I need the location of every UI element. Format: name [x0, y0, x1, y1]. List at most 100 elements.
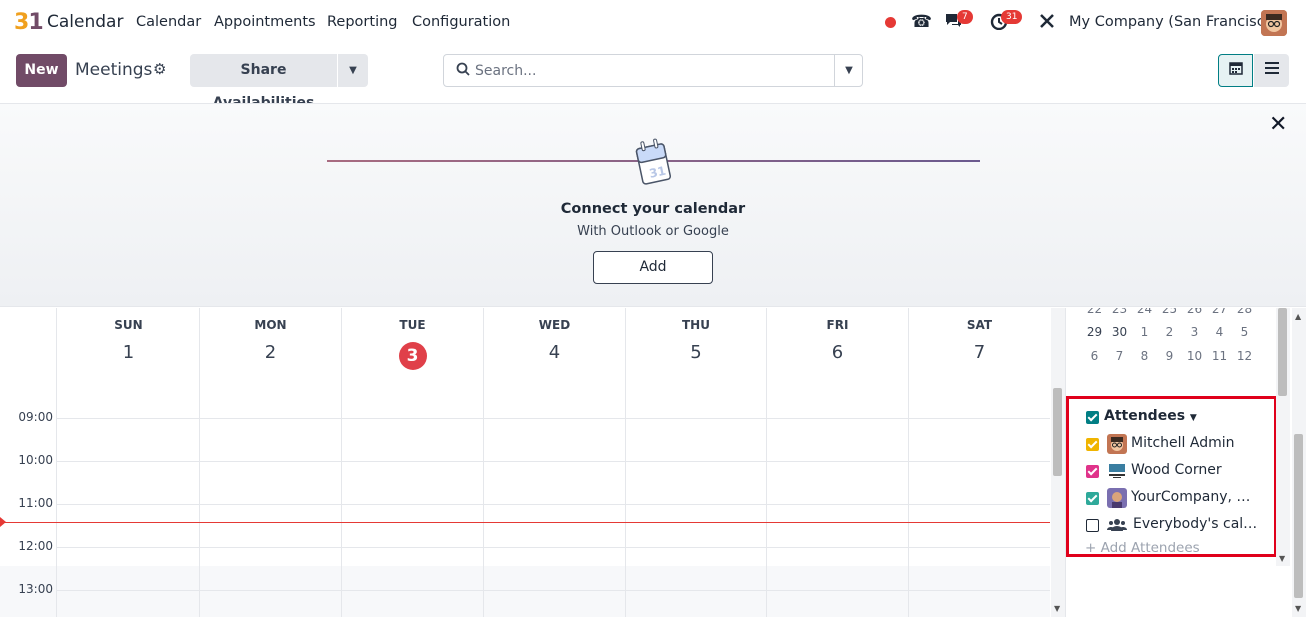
day-name: THU	[682, 318, 710, 332]
mini-day[interactable]: 26	[1182, 308, 1207, 316]
caret-down-icon: ▼	[845, 65, 853, 76]
current-time-line	[0, 522, 1050, 523]
mini-day[interactable]: 23	[1107, 308, 1132, 316]
calendar-sidebar: 22 23 24 25 26 27 28 29 30 1 2 3 4 5 6 7…	[1065, 308, 1290, 617]
grid-scrollbar-thumb[interactable]	[1053, 388, 1062, 476]
share-availabilities-button[interactable]: Share Availabilities	[190, 54, 337, 111]
grid-scrollbar[interactable]: ▼	[1051, 308, 1065, 617]
attendee-checkbox[interactable]	[1086, 519, 1099, 532]
mini-day[interactable]: 29	[1082, 325, 1107, 339]
day-number[interactable]: 5	[626, 342, 766, 363]
add-attendees-link[interactable]: + Add Attendees	[1085, 540, 1200, 556]
current-time-marker-icon	[0, 517, 6, 527]
attendees-all-checkbox[interactable]	[1086, 411, 1099, 424]
hour-label: 10:00	[18, 453, 53, 467]
list-icon	[1264, 62, 1279, 74]
search-options-toggle[interactable]: ▼	[834, 55, 863, 86]
mini-day[interactable]: 12	[1232, 349, 1257, 363]
mini-day[interactable]: 4	[1207, 325, 1232, 339]
menu-reporting[interactable]: Reporting	[327, 14, 398, 30]
banner-title: Connect your calendar	[560, 201, 746, 217]
mini-day[interactable]: 2	[1157, 325, 1182, 339]
sidebar-scrollbar[interactable]: ▼	[1276, 308, 1290, 566]
today-day-number[interactable]: 3	[342, 342, 483, 370]
day-column-sat[interactable]: SAT 7	[909, 308, 1050, 617]
calendar-illustration-icon: 31	[634, 132, 672, 188]
list-view-button[interactable]	[1254, 54, 1289, 87]
users-icon	[1107, 516, 1127, 536]
recording-indicator-icon[interactable]	[885, 17, 896, 28]
attendee-name: YourCompany, Marc Demo	[1131, 489, 1261, 505]
scroll-down-icon[interactable]: ▼	[1279, 554, 1285, 563]
attendee-checkbox[interactable]	[1086, 465, 1099, 478]
mini-day[interactable]: 7	[1107, 349, 1132, 363]
caret-down-icon: ▼	[349, 65, 357, 76]
day-number[interactable]: 1	[58, 342, 199, 363]
day-number[interactable]: 2	[200, 342, 341, 363]
day-column-wed[interactable]: WED 4	[484, 308, 626, 617]
mini-day[interactable]: 6	[1082, 349, 1107, 363]
mini-day[interactable]: 28	[1232, 308, 1257, 316]
debug-tools-icon[interactable]	[1038, 12, 1056, 35]
mini-day[interactable]: 22	[1082, 308, 1107, 316]
page-scrollbar-thumb[interactable]	[1294, 434, 1303, 598]
day-number[interactable]: 7	[909, 342, 1050, 363]
banner-add-button[interactable]: Add	[593, 251, 713, 284]
share-dropdown-toggle[interactable]: ▼	[338, 54, 368, 87]
sidebar-scrollbar-thumb[interactable]	[1278, 308, 1287, 396]
attendees-filter-panel: Attendees ▼ Mitchell Admin Wood Corner Y…	[1066, 396, 1277, 557]
menu-calendar[interactable]: Calendar	[136, 14, 201, 30]
phone-icon[interactable]: ☎	[911, 12, 932, 32]
mini-day[interactable]: 24	[1132, 308, 1157, 316]
scroll-up-icon[interactable]: ▲	[1295, 312, 1301, 321]
day-column-sun[interactable]: SUN 1	[58, 308, 200, 617]
close-icon[interactable]: ✕	[1269, 112, 1287, 137]
attendee-name: Mitchell Admin	[1131, 435, 1235, 451]
day-column-mon[interactable]: MON 2	[200, 308, 342, 617]
attendee-checkbox[interactable]	[1086, 492, 1099, 505]
mini-day[interactable]: 30	[1107, 325, 1132, 339]
activity-badge: 31	[1001, 10, 1023, 24]
chat-badge: 7	[957, 10, 973, 24]
mini-day[interactable]: 10	[1182, 349, 1207, 363]
day-number[interactable]: 6	[767, 342, 908, 363]
app-name[interactable]: Calendar	[47, 12, 123, 32]
hour-line	[57, 461, 1050, 462]
day-column-tue[interactable]: TUE 3	[342, 308, 484, 617]
mini-day[interactable]: 11	[1207, 349, 1232, 363]
app-logo[interactable]: 31	[14, 10, 44, 35]
attendee-name: Everybody's calendars	[1133, 516, 1261, 532]
menu-appointments[interactable]: Appointments	[214, 14, 316, 30]
day-column-fri[interactable]: FRI 6	[767, 308, 909, 617]
day-column-thu[interactable]: THU 5	[626, 308, 767, 617]
mini-day[interactable]: 25	[1157, 308, 1182, 316]
search-icon	[456, 62, 470, 80]
calendar-view-button[interactable]	[1218, 54, 1253, 87]
caret-down-icon: ▼	[1189, 413, 1197, 423]
mini-day[interactable]: 27	[1207, 308, 1232, 316]
company-switcher[interactable]: My Company (San Francisco)	[1069, 14, 1279, 30]
gear-icon[interactable]: ⚙	[153, 60, 166, 78]
new-button[interactable]: New	[16, 54, 67, 87]
search-input[interactable]	[475, 60, 830, 82]
mini-day[interactable]: 3	[1182, 325, 1207, 339]
attendee-checkbox[interactable]	[1086, 438, 1099, 451]
hour-line	[57, 590, 1050, 591]
day-name: SUN	[114, 318, 143, 332]
day-name: SAT	[966, 318, 993, 332]
mini-day[interactable]: 5	[1232, 325, 1257, 339]
page-scrollbar[interactable]: ▲ ▼	[1292, 308, 1306, 617]
mini-day[interactable]: 8	[1132, 349, 1157, 363]
menu-configuration[interactable]: Configuration	[412, 14, 510, 30]
hour-label: 13:00	[18, 582, 53, 596]
day-number[interactable]: 4	[484, 342, 625, 363]
attendee-avatar	[1107, 488, 1127, 508]
connect-calendar-banner: 31 Connect your calendar With Outlook or…	[0, 103, 1306, 307]
user-avatar[interactable]	[1261, 10, 1287, 36]
mini-day[interactable]: 1	[1132, 325, 1157, 339]
scroll-down-icon[interactable]: ▼	[1295, 604, 1301, 613]
mini-day[interactable]: 9	[1157, 349, 1182, 363]
attendee-avatar	[1107, 461, 1127, 481]
scroll-down-icon[interactable]: ▼	[1054, 604, 1060, 613]
banner-subtitle: With Outlook or Google	[577, 224, 729, 239]
